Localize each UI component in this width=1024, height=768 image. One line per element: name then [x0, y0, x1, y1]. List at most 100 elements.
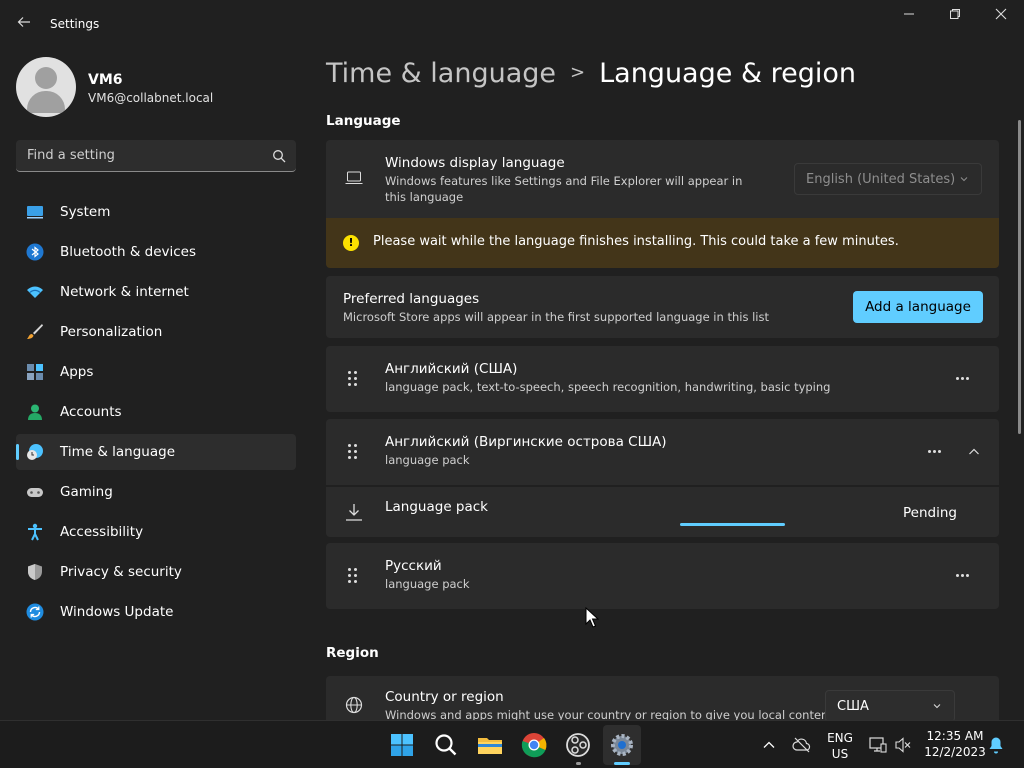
more-options-icon[interactable] [928, 450, 944, 454]
country-region-description: Windows and apps might use your country … [385, 708, 833, 720]
sidebar-item-label: Accounts [60, 404, 122, 420]
drag-handle-icon[interactable] [348, 371, 358, 387]
maximize-icon[interactable] [932, 6, 978, 28]
display-language-card: Windows display language Windows feature… [326, 140, 999, 218]
gamepad-icon [27, 488, 43, 497]
scrollbar[interactable] [1018, 120, 1021, 434]
language-item[interactable]: Английский (Виргинские острова США) lang… [326, 419, 999, 485]
language-section-heading: Language [326, 113, 401, 129]
search-icon[interactable] [272, 149, 286, 163]
chevron-up-icon[interactable] [762, 738, 776, 752]
language-features: language pack [385, 577, 470, 591]
user-email: VM6@collabnet.local [88, 91, 214, 105]
country-region-card: Country or region Windows and apps might… [326, 676, 999, 720]
clock-date[interactable]: 12/2/2023 [924, 745, 986, 759]
sidebar-item-accessibility[interactable]: Accessibility [16, 514, 296, 550]
add-language-button[interactable]: Add a language [853, 291, 983, 323]
display-language-title: Windows display language [385, 155, 565, 171]
warning-text: Please wait while the language finishes … [373, 234, 899, 249]
sidebar-item-label: Accessibility [60, 524, 144, 540]
bluetooth-icon [26, 243, 44, 261]
active-indicator [614, 762, 630, 765]
close-icon[interactable] [978, 6, 1024, 28]
search-input[interactable] [16, 140, 256, 171]
language-pack-title: Language pack [385, 499, 488, 515]
search-icon[interactable] [430, 729, 462, 761]
search-box[interactable] [16, 140, 296, 172]
start-icon[interactable] [386, 729, 418, 761]
accounts-icon [28, 404, 42, 420]
drag-handle-icon[interactable] [348, 444, 358, 460]
running-indicator [576, 762, 581, 765]
cloud-offline-icon[interactable] [792, 736, 812, 754]
sidebar-item-system[interactable]: System [16, 194, 296, 230]
sidebar-item-label: Personalization [60, 324, 163, 340]
sidebar-item-label: Gaming [60, 484, 113, 500]
sidebar-item-privacy[interactable]: Privacy & security [16, 554, 296, 590]
laptop-icon [345, 171, 363, 184]
sidebar-item-accounts[interactable]: Accounts [16, 394, 296, 430]
app-title: Settings [50, 17, 100, 31]
drag-handle-icon[interactable] [348, 568, 358, 584]
sidebar-item-apps[interactable]: Apps [16, 354, 296, 390]
brush-icon [27, 324, 43, 339]
breadcrumb-parent[interactable]: Time & language [326, 58, 556, 89]
preferred-languages-description: Microsoft Store apps will appear in the … [343, 310, 769, 324]
sidebar-item-label: Apps [60, 364, 94, 380]
install-warning-bar: ! Please wait while the language finishe… [326, 218, 999, 268]
sidebar-nav: System Bluetooth & devices Network & int… [16, 194, 296, 634]
sidebar-item-network[interactable]: Network & internet [16, 274, 296, 310]
language-item[interactable]: Английский (США) language pack, text-to-… [326, 346, 999, 412]
apps-icon [27, 364, 43, 380]
sidebar-item-bluetooth[interactable]: Bluetooth & devices [16, 234, 296, 270]
chrome-icon[interactable] [518, 729, 550, 761]
user-name: VM6 [88, 72, 123, 88]
network-wired-icon[interactable] [869, 737, 887, 753]
region-section-heading: Region [326, 645, 379, 661]
sidebar-item-label: Time & language [60, 444, 176, 460]
country-region-title: Country or region [385, 689, 504, 705]
mouse-cursor-icon [585, 607, 599, 628]
breadcrumb-separator: > [570, 62, 586, 83]
time-language-icon [27, 444, 43, 460]
install-progress-bar [680, 523, 785, 526]
wifi-icon [27, 286, 43, 298]
avatar[interactable] [16, 57, 76, 117]
language-name: Английский (США) [385, 361, 518, 377]
language-pack-row: Language pack Pending [326, 487, 999, 537]
language-item[interactable]: Русский language pack [326, 543, 999, 609]
chevron-down-icon [933, 704, 941, 709]
language-features: language pack, text-to-speech, speech re… [385, 380, 831, 394]
display-language-dropdown[interactable]: English (United States) [794, 163, 982, 195]
language-pack-status: Pending [903, 505, 957, 521]
sidebar-item-windows-update[interactable]: Windows Update [16, 594, 296, 630]
language-name: Русский [385, 558, 442, 574]
file-explorer-icon[interactable] [474, 729, 506, 761]
minimize-icon[interactable] [886, 6, 932, 28]
sidebar-item-personalization[interactable]: Personalization [16, 314, 296, 350]
input-language-region[interactable]: US [826, 747, 854, 761]
sidebar-item-label: Privacy & security [60, 564, 182, 580]
globe-icon [345, 696, 363, 714]
chevron-up-icon[interactable] [968, 447, 980, 457]
language-features: language pack [385, 453, 470, 467]
sidebar-item-time-language[interactable]: Time & language [16, 434, 296, 470]
sidebar-item-gaming[interactable]: Gaming [16, 474, 296, 510]
settings-icon[interactable] [606, 729, 638, 761]
display-language-description: Windows features like Settings and File … [385, 174, 743, 204]
clock-time[interactable]: 12:35 AM [924, 729, 986, 743]
more-options-icon[interactable] [956, 377, 972, 381]
taskbar: ENG US 12:35 AM 12/2/2023 [0, 720, 1024, 768]
language-name: Английский (Виргинские острова США) [385, 434, 667, 450]
obs-icon[interactable] [562, 729, 594, 761]
back-arrow-icon[interactable] [14, 14, 34, 34]
input-language-code[interactable]: ENG [826, 731, 854, 745]
more-options-icon[interactable] [956, 574, 972, 578]
country-region-value: США [837, 699, 869, 714]
title-bar: Settings [0, 0, 1024, 48]
download-icon [346, 504, 362, 521]
volume-muted-icon[interactable] [894, 737, 912, 753]
country-region-dropdown[interactable]: США [825, 690, 955, 720]
update-icon [26, 603, 44, 621]
notification-bell-icon[interactable] [988, 736, 1004, 754]
